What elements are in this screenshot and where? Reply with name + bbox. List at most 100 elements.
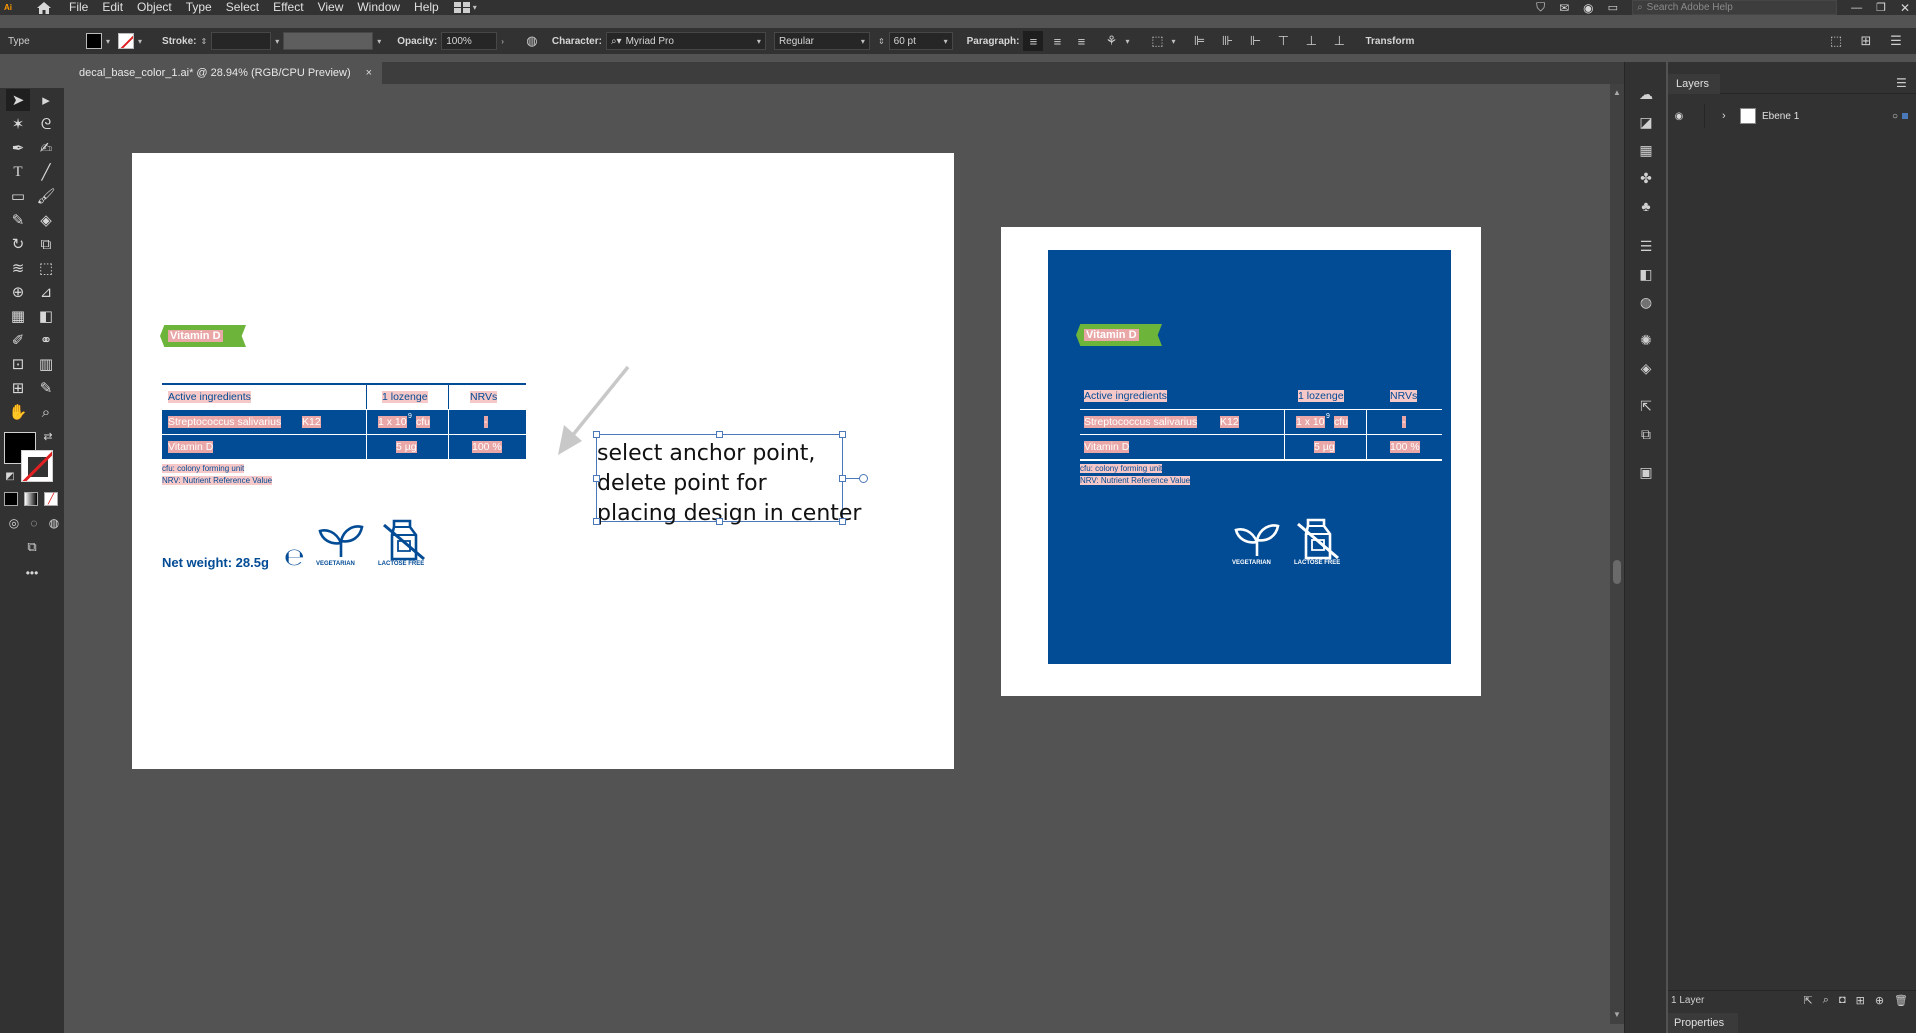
- chevron-right-icon[interactable]: ›: [1722, 110, 1740, 122]
- lock-toggle[interactable]: [1704, 104, 1722, 128]
- account-icon[interactable]: ◉: [1583, 1, 1593, 15]
- slice-tool-icon[interactable]: ✎: [34, 377, 58, 399]
- close-icon[interactable]: ×: [366, 67, 372, 79]
- discover-icon[interactable]: ✉: [1559, 1, 1569, 15]
- share-icon[interactable]: ⛉: [1536, 0, 1545, 15]
- properties-icon[interactable]: ◪: [1636, 112, 1656, 132]
- make-clipping-mask-icon[interactable]: ◘: [1839, 994, 1846, 1007]
- eyedropper-tool-icon[interactable]: ✐: [6, 329, 30, 351]
- font-style-field[interactable]: Regular ▾: [773, 32, 870, 50]
- home-icon[interactable]: [26, 0, 62, 15]
- default-colors-icon[interactable]: ◩: [2, 468, 18, 484]
- paintbrush-tool-icon[interactable]: 🖌: [34, 185, 58, 207]
- document-tab[interactable]: decal_base_color_1.ai* @ 28.94% (RGB/CPU…: [72, 62, 382, 84]
- chevron-down-icon[interactable]: ▾: [275, 37, 279, 46]
- selected-text-frame[interactable]: select anchor point, delete point for pl…: [593, 431, 868, 526]
- selection-handle[interactable]: [593, 431, 600, 438]
- appearance-icon[interactable]: ✺: [1636, 330, 1656, 350]
- warp-tool-icon[interactable]: ≋: [6, 257, 30, 279]
- screen-mode-icon[interactable]: ⧉: [20, 536, 44, 558]
- menu-object[interactable]: Object: [130, 0, 179, 15]
- magic-wand-tool-icon[interactable]: ✶: [6, 113, 30, 135]
- export-icon[interactable]: ⇱: [1636, 396, 1656, 416]
- menu-select[interactable]: Select: [219, 0, 266, 15]
- font-size-field[interactable]: 60 pt ▾: [888, 32, 953, 50]
- annotation-text[interactable]: select anchor point, delete point for pl…: [597, 439, 861, 529]
- line-tool-icon[interactable]: ╱: [34, 161, 58, 183]
- isolate-icon[interactable]: ⬚: [1826, 31, 1846, 51]
- variable-width-profile[interactable]: [283, 32, 374, 50]
- mesh-tool-icon[interactable]: ▦: [6, 305, 30, 327]
- none-mode-icon[interactable]: ╱: [44, 492, 58, 506]
- pen-tool-icon[interactable]: ✒: [6, 137, 30, 159]
- shaper-tool-icon[interactable]: ✎: [6, 209, 30, 231]
- artboard-tool-icon[interactable]: ⊞: [6, 377, 30, 399]
- libraries-icon[interactable]: ☁: [1636, 84, 1656, 104]
- symbol-sprayer-tool-icon[interactable]: ⊡: [6, 353, 30, 375]
- align-left-edges-icon[interactable]: ⊫: [1189, 31, 1209, 51]
- align-horizontal-center-icon[interactable]: ⊪: [1217, 31, 1237, 51]
- column-graph-tool-icon[interactable]: ▥: [34, 353, 58, 375]
- align-top-edges-icon[interactable]: ⊤: [1273, 31, 1293, 51]
- align-right-edges-icon[interactable]: ⊩: [1245, 31, 1265, 51]
- menu-type[interactable]: Type: [179, 0, 219, 15]
- gradient-panel-icon[interactable]: ◧: [1636, 264, 1656, 284]
- menu-edit[interactable]: Edit: [95, 0, 130, 15]
- layer-name[interactable]: Ebene 1: [1762, 111, 1799, 122]
- stroke-weight-field[interactable]: [211, 32, 272, 50]
- swatches-icon[interactable]: ▦: [1636, 140, 1656, 160]
- opentype-icon[interactable]: ⚘: [1101, 31, 1121, 51]
- brushes-icon[interactable]: ✤: [1636, 168, 1656, 188]
- scroll-up-icon[interactable]: ▲: [1613, 88, 1621, 97]
- properties-tab[interactable]: Properties: [1668, 1013, 1738, 1033]
- artboard-2[interactable]: Vitamin D Active ingredients 1 lozenge N…: [1001, 227, 1481, 696]
- align-center-icon[interactable]: ≡: [1047, 31, 1067, 51]
- recolor-icon[interactable]: ◍: [522, 31, 542, 51]
- workspace-switcher[interactable]: ▾: [453, 2, 477, 13]
- fill-color-control[interactable]: ▾: [86, 33, 110, 49]
- panel-menu-icon[interactable]: ☰: [1896, 76, 1907, 90]
- links-icon[interactable]: ▣: [1636, 462, 1656, 482]
- export-selection-icon[interactable]: ⇱: [1804, 994, 1813, 1007]
- free-transform-tool-icon[interactable]: ⬚: [34, 257, 58, 279]
- align-to-icon[interactable]: ⬚: [1147, 31, 1167, 51]
- stroke-swatch[interactable]: [118, 33, 135, 49]
- gradient-tool-icon[interactable]: ◧: [34, 305, 58, 327]
- selection-indicator[interactable]: [1902, 113, 1908, 119]
- stroke-color-swatch[interactable]: [21, 450, 53, 482]
- menu-file[interactable]: File: [62, 0, 95, 15]
- artboard-1[interactable]: Vitamin D Active ingredients 1 lozenge N…: [132, 153, 954, 769]
- scrollbar-thumb[interactable]: [1613, 560, 1621, 584]
- transform-link[interactable]: Transform: [1365, 36, 1414, 47]
- hand-tool-icon[interactable]: ✋: [6, 401, 30, 423]
- selection-handle[interactable]: [593, 518, 600, 525]
- gradient-mode-icon[interactable]: [24, 492, 38, 506]
- arrange-documents-icon[interactable]: ▭: [1608, 1, 1618, 14]
- search-input[interactable]: ⌕ Search Adobe Help: [1632, 0, 1838, 15]
- rectangle-tool-icon[interactable]: ▭: [6, 185, 30, 207]
- minimize-icon[interactable]: —: [1851, 2, 1862, 14]
- panel-menu-icon[interactable]: ☰: [1886, 31, 1906, 51]
- direct-selection-tool-icon[interactable]: ▸: [34, 89, 58, 111]
- chevron-down-icon[interactable]: ▾: [138, 37, 142, 46]
- align-right-icon[interactable]: ≡: [1071, 31, 1091, 51]
- new-layer-icon[interactable]: ⊕: [1875, 994, 1884, 1007]
- selection-handle[interactable]: [839, 475, 846, 482]
- zoom-tool-icon[interactable]: ⌕: [34, 401, 58, 423]
- target-circle-icon[interactable]: ○: [1892, 111, 1898, 122]
- rotate-tool-icon[interactable]: ↻: [6, 233, 30, 255]
- align-vertical-center-icon[interactable]: ⊥: [1301, 31, 1321, 51]
- selection-tool-icon[interactable]: ➤: [6, 89, 30, 111]
- selection-handle[interactable]: [716, 431, 723, 438]
- type-tool-icon[interactable]: T: [6, 161, 30, 183]
- selection-handle[interactable]: [593, 475, 600, 482]
- chevron-down-icon[interactable]: ▾: [377, 37, 381, 46]
- stroke-panel-icon[interactable]: ☰: [1636, 236, 1656, 256]
- scale-tool-icon[interactable]: ⧉: [34, 233, 58, 255]
- chevron-down-icon[interactable]: ▾: [1171, 37, 1175, 46]
- stroke-color-control[interactable]: ▾: [118, 33, 142, 49]
- more-tools-icon[interactable]: •••: [20, 562, 44, 584]
- layer-row-ebene-1[interactable]: ◉ › Ebene 1 ○: [1668, 104, 1916, 128]
- perspective-grid-tool-icon[interactable]: ⊿: [34, 281, 58, 303]
- menu-help[interactable]: Help: [407, 0, 446, 15]
